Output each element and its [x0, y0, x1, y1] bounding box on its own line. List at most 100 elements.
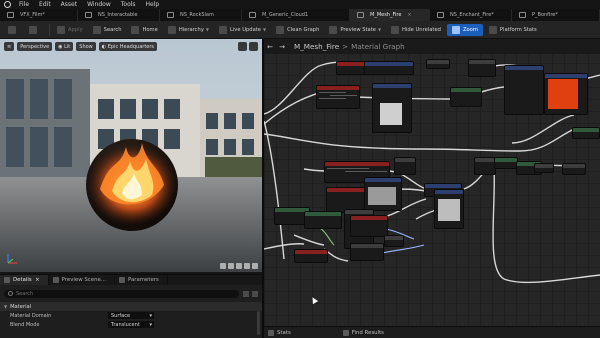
menu-file[interactable]: File	[14, 1, 34, 8]
level-icon	[7, 12, 14, 18]
save-button[interactable]	[4, 24, 23, 36]
environment-label: Epic Headquarters	[107, 43, 155, 50]
tab-m-generic-cloud1[interactable]: M_Generic_Cloud1	[242, 9, 350, 21]
stats-tab[interactable]: Stats	[264, 329, 299, 336]
live-update-button[interactable]: Live Update ▼	[215, 24, 270, 36]
niagara-system-icon	[85, 12, 92, 18]
tab-label: NS_Enchant_Fire*	[450, 12, 494, 18]
stats-label: Stats	[277, 329, 291, 336]
menu-edit[interactable]: Edit	[34, 1, 56, 8]
clean-graph-button[interactable]: Clean Graph	[272, 24, 323, 36]
preview-scene	[0, 39, 262, 272]
search-placeholder: Search	[16, 290, 34, 297]
home-button[interactable]: Home	[127, 24, 161, 36]
settings-icon[interactable]	[252, 290, 258, 297]
blend-mode-dropdown[interactable]: Translucent ▾	[108, 321, 154, 328]
graph-node[interactable]	[474, 157, 496, 175]
tab-label: NS_Interactable	[98, 12, 138, 18]
search-label: Search	[103, 26, 122, 33]
close-tab-icon[interactable]: ×	[407, 12, 411, 18]
clean-graph-icon	[276, 25, 285, 34]
viewport-options-button[interactable]: ≡	[4, 42, 15, 51]
apply-label: Apply	[68, 26, 83, 33]
preview-state-button[interactable]: Preview State ▼	[325, 24, 385, 36]
menu-help[interactable]: Help	[141, 1, 165, 8]
graph-node[interactable]	[350, 215, 388, 237]
platform-stats-button[interactable]: Platform Stats	[485, 24, 541, 36]
material-domain-dropdown[interactable]: Surface ▾	[108, 312, 154, 319]
graph-node[interactable]	[350, 243, 384, 261]
find-results-label: Find Results	[351, 329, 384, 336]
details-panel: Details × Preview Scene... Parameters Se…	[0, 274, 262, 338]
graph-node[interactable]	[364, 61, 414, 75]
find-results-tab[interactable]: Find Results	[339, 329, 392, 336]
tab-details[interactable]: Details ×	[0, 275, 49, 285]
texture-preview	[368, 187, 396, 205]
tab-m-mesh-fire[interactable]: M_Mesh_Fire ×	[350, 9, 430, 21]
graph-node[interactable]	[316, 85, 360, 109]
viewport-settings-icon[interactable]	[238, 42, 247, 51]
back-arrow-icon[interactable]: ←	[264, 43, 276, 51]
graph-node[interactable]	[426, 59, 450, 69]
material-preview-viewport[interactable]: ≡ Perspective ◉ Lit Show ◐ Epic Headquar…	[0, 39, 262, 272]
dropdown-value: Surface	[111, 312, 131, 319]
unreal-logo-icon[interactable]	[0, 0, 14, 9]
details-tab-bar: Details × Preview Scene... Parameters	[0, 275, 262, 285]
folder-icon	[29, 25, 37, 34]
menu-tools[interactable]: Tools	[116, 1, 141, 8]
tab-parameters[interactable]: Parameters	[115, 275, 168, 285]
chevron-down-icon: ▼	[263, 27, 267, 32]
tab-vfx-film[interactable]: VFX_Film*	[0, 9, 78, 21]
breadcrumb-graph[interactable]: Material Graph	[351, 42, 405, 51]
graph-node[interactable]	[468, 59, 496, 77]
home-label: Home	[142, 26, 158, 33]
lit-button[interactable]: ◉ Lit	[55, 42, 74, 51]
hide-unrelated-icon	[391, 25, 400, 34]
viewport-layout-icon[interactable]	[249, 42, 258, 51]
property-matrix-icon[interactable]	[243, 290, 249, 297]
tab-label: M_Mesh_Fire	[370, 12, 402, 18]
graph-node[interactable]	[572, 127, 600, 139]
chevron-down-icon: ▼	[205, 27, 209, 32]
details-search-input[interactable]: Search	[4, 289, 239, 298]
material-graph-canvas[interactable]: ← → M_Mesh_Fire > Material Graph	[264, 39, 600, 326]
menu-asset[interactable]: Asset	[56, 1, 82, 8]
material-section-header[interactable]: ▼ Material	[0, 302, 262, 311]
cube-preview-icon[interactable]	[244, 263, 250, 269]
hierarchy-button[interactable]: Hierarchy ▼	[164, 24, 213, 36]
tab-label: M_Generic_Cloud1	[262, 12, 309, 18]
forward-arrow-icon[interactable]: →	[276, 43, 288, 51]
tab-preview-scene[interactable]: Preview Scene...	[49, 275, 115, 285]
sphere-preview-icon[interactable]	[228, 263, 234, 269]
details-scrollbar[interactable]	[257, 311, 260, 335]
show-button[interactable]: Show	[76, 42, 96, 51]
tab-ns-interactable[interactable]: NS_Interactable	[78, 9, 160, 21]
chevron-down-icon: ▼	[4, 304, 8, 309]
close-tab-icon[interactable]: ×	[35, 277, 40, 283]
browse-button[interactable]	[25, 24, 44, 36]
tab-p-bonfire[interactable]: P_Bonfire*	[512, 9, 600, 21]
perspective-button[interactable]: Perspective	[17, 42, 53, 51]
graph-node[interactable]	[562, 163, 586, 175]
graph-node[interactable]	[384, 235, 404, 247]
environment-button[interactable]: ◐ Epic Headquarters	[98, 42, 158, 51]
breadcrumb-asset[interactable]: M_Mesh_Fire	[294, 42, 339, 51]
graph-node[interactable]	[534, 163, 554, 173]
graph-node[interactable]	[394, 157, 416, 175]
plane-preview-icon[interactable]	[236, 263, 242, 269]
graph-node[interactable]	[450, 87, 482, 107]
tab-ns-rockslam[interactable]: NS_RockSlam	[160, 9, 242, 21]
hide-unrelated-button[interactable]: Hide Unrelated	[387, 24, 445, 36]
apply-button[interactable]: Apply	[53, 24, 87, 36]
cylinder-preview-icon[interactable]	[220, 263, 226, 269]
search-button[interactable]: Search	[89, 24, 126, 36]
menu-window[interactable]: Window	[82, 1, 116, 8]
viewport-toolbar: ≡ Perspective ◉ Lit Show ◐ Epic Headquar…	[4, 42, 158, 51]
graph-node[interactable]	[304, 211, 342, 229]
zoom-button[interactable]: Zoom	[446, 23, 483, 36]
graph-node[interactable]	[294, 249, 328, 263]
graph-node[interactable]	[494, 157, 518, 169]
mesh-preview-icon[interactable]	[252, 263, 258, 269]
texture-sample-node[interactable]	[504, 65, 544, 115]
tab-ns-enchant-fire[interactable]: NS_Enchant_Fire*	[430, 9, 512, 21]
